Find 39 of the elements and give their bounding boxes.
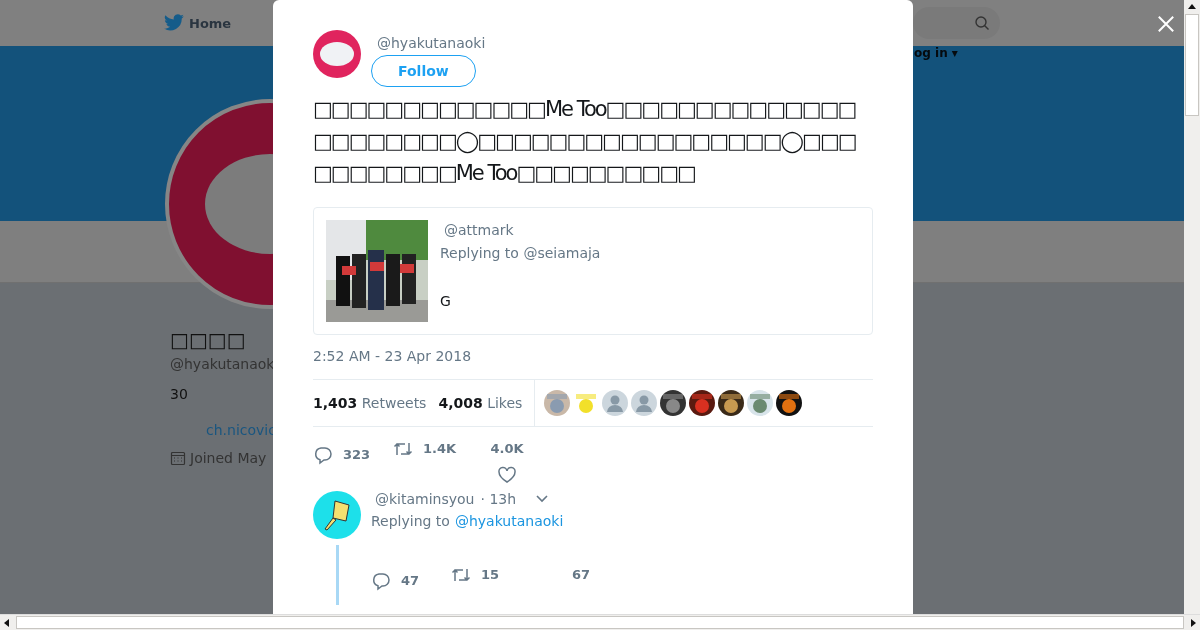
action-count: 1.4K — [423, 440, 457, 458]
action-count: 323 — [343, 446, 371, 464]
tweet-text: □□□□□□□□□□□□□Me Too□□□□□□□□□□□□□□□□□□□□□□◯□□□□□□□□□□□□□□□□□◯□□□□□□□□□□□Me Too□□□□□□□□□□ — [313, 96, 857, 187]
action-count: 67 — [571, 566, 591, 584]
scrollbar-thumb[interactable] — [16, 616, 1184, 629]
profile-name: □□□□ — [170, 328, 247, 352]
reply-handle[interactable]: @kitaminsyou — [375, 491, 475, 507]
bird-icon — [163, 14, 185, 32]
quoted-tweet-card[interactable]: @attmark Replying to @seiamaja G — [313, 207, 873, 335]
retweet-count[interactable]: 1,403 Retweets — [313, 395, 427, 411]
close-icon[interactable] — [1157, 15, 1175, 33]
replying-label: Replying to — [371, 513, 450, 529]
author-avatar — [313, 30, 361, 78]
search-icon — [974, 15, 990, 31]
quoted-handle[interactable]: @attmark — [444, 222, 514, 238]
joined-date: Joined May — [190, 450, 267, 466]
mention-link[interactable]: @hyakutanaoki — [454, 513, 564, 529]
reply-icon[interactable] — [313, 445, 333, 465]
replying-label: Replying to @seiamaja — [440, 245, 601, 261]
quoted-text: G — [440, 293, 451, 309]
reply-icon[interactable] — [371, 571, 391, 591]
reply-time: · 13h — [480, 491, 517, 507]
author-handle[interactable]: @hyakutanaoki — [377, 35, 486, 51]
like-count[interactable]: 4,008 Likes — [438, 395, 523, 411]
tweet-timestamp: 2:52 AM - 23 Apr 2018 — [313, 348, 473, 364]
action-count: 47 — [401, 572, 420, 590]
search-field[interactable] — [913, 7, 1000, 39]
home-link[interactable]: Home — [189, 15, 232, 31]
calendar-icon — [170, 450, 186, 466]
action-count: 15 — [481, 566, 500, 584]
profile-handle: @hyakutanaok — [170, 356, 276, 372]
scrollbar-thumb[interactable] — [1185, 14, 1199, 116]
login-link[interactable]: og in ▾ — [914, 46, 958, 60]
follow-button[interactable]: Follow — [371, 55, 476, 87]
profile-bio: 30 — [170, 386, 189, 402]
action-count: 4.0K — [490, 440, 524, 458]
chevron-down-icon[interactable] — [536, 495, 549, 503]
heart-icon[interactable] — [497, 465, 517, 485]
default-avatar-icon[interactable] — [602, 390, 629, 416]
